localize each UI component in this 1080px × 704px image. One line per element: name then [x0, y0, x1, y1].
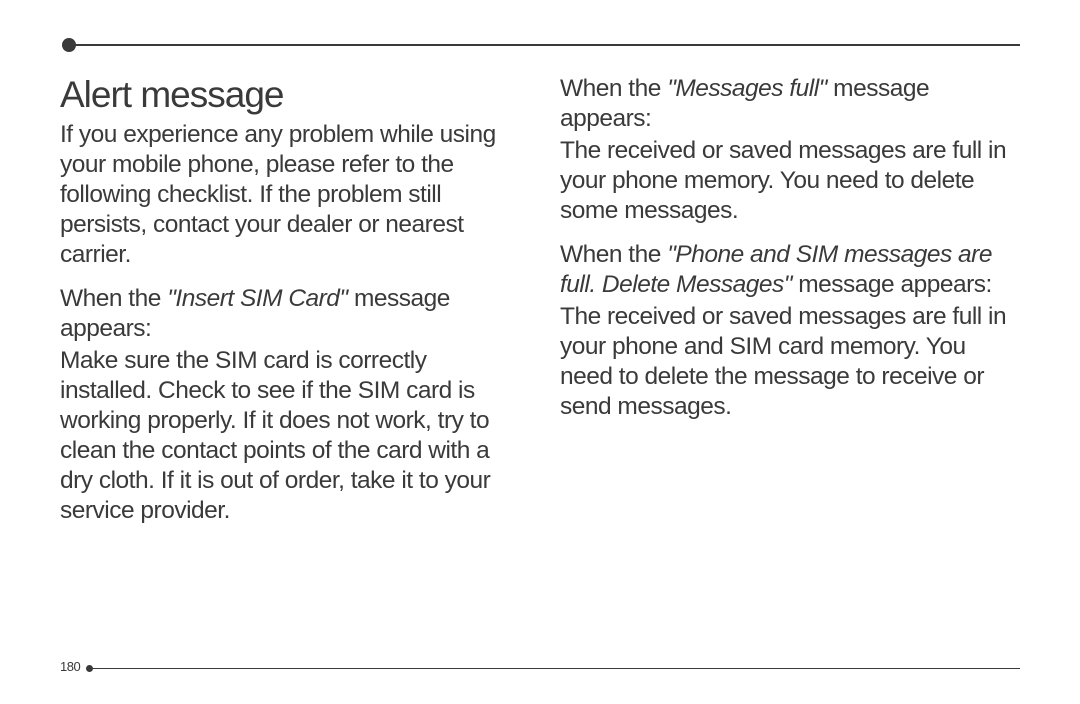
sub-text-quote: "Insert SIM Card" — [167, 285, 347, 312]
sub-text-quote: "Messages full" — [667, 75, 827, 102]
sub-text-pre: When the — [560, 75, 667, 102]
body-phone-sim-full: The received or saved messages are full … — [560, 302, 1020, 422]
subheading-insert-sim: When the "Insert SIM Card" message appea… — [60, 284, 520, 344]
column-left: Alert message If you experience any prob… — [60, 74, 520, 540]
rule-line — [68, 44, 1020, 46]
subheading-phone-sim-full: When the "Phone and SIM messages are ful… — [560, 240, 1020, 300]
subheading-messages-full: When the "Messages full" message appears… — [560, 74, 1020, 134]
sub-text-pre: When the — [60, 285, 167, 312]
two-column-layout: Alert message If you experience any prob… — [60, 74, 1020, 540]
bottom-rule-decoration: 180 — [60, 664, 1020, 674]
section-heading: Alert message — [60, 74, 520, 116]
rule-line — [90, 668, 1020, 669]
page-number: 180 — [60, 659, 80, 674]
body-messages-full: The received or saved messages are full … — [560, 136, 1020, 226]
intro-paragraph: If you experience any problem while usin… — [60, 120, 520, 270]
top-rule-decoration — [62, 38, 1020, 52]
sub-text-post: message appears: — [792, 271, 992, 298]
column-right: When the "Messages full" message appears… — [560, 74, 1020, 540]
sub-text-pre: When the — [560, 241, 667, 268]
manual-page: Alert message If you experience any prob… — [0, 0, 1080, 704]
body-insert-sim: Make sure the SIM card is correctly inst… — [60, 346, 520, 526]
